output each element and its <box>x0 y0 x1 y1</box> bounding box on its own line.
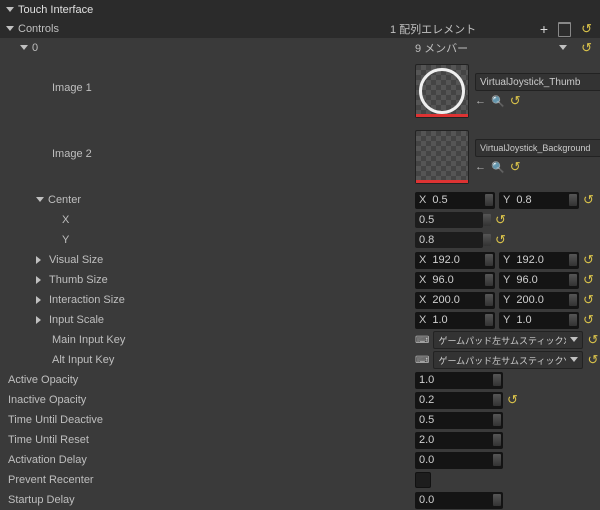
asset-name: VirtualJoystick_Background <box>480 143 590 153</box>
expand-icon[interactable] <box>6 7 14 16</box>
thumb-size-label: Thumb Size <box>49 274 108 286</box>
browse-icon[interactable]: 🔍 <box>491 95 505 108</box>
title-text: Touch Interface <box>18 4 93 16</box>
asset-dropdown[interactable]: VirtualJoystick_Background <box>475 139 600 157</box>
reset-icon[interactable]: ↺ <box>583 192 594 208</box>
chevron-down-icon <box>570 337 578 346</box>
active-opacity-input[interactable] <box>415 372 503 389</box>
visual-size-y[interactable]: Y <box>499 252 579 269</box>
image1-label: Image 1 <box>52 82 92 94</box>
prevent-recenter-label: Prevent Recenter <box>8 474 94 486</box>
reset-icon[interactable]: ↺ <box>510 93 521 109</box>
center-x-field[interactable] <box>415 212 483 228</box>
inactive-opacity-label: Inactive Opacity <box>8 394 86 406</box>
chevron-down-icon <box>570 357 578 366</box>
reset-icon[interactable]: ↺ <box>583 312 594 328</box>
clear-array-button[interactable] <box>558 22 571 37</box>
reset-icon[interactable]: ↺ <box>583 292 594 308</box>
expand-icon[interactable] <box>36 276 45 284</box>
reset-icon[interactable]: ↺ <box>583 252 594 268</box>
interaction-size-label: Interaction Size <box>49 294 125 306</box>
dropdown-value: ゲームパッド左サムスティックY軸 <box>438 354 566 367</box>
dropdown-value: ゲームパッド左サムスティックX軸 <box>438 334 566 347</box>
activation-delay-input[interactable] <box>415 452 503 469</box>
expand-icon[interactable] <box>20 45 28 54</box>
time-until-reset-input[interactable] <box>415 432 503 449</box>
array-index: 0 <box>32 42 38 54</box>
center-y-field[interactable] <box>415 232 483 248</box>
expand-icon[interactable] <box>36 197 44 206</box>
asset-dropdown[interactable]: VirtualJoystick_Thumb <box>475 73 600 91</box>
input-scale-y[interactable]: Y <box>499 312 579 329</box>
keyboard-icon[interactable]: ⌨ <box>415 355 429 366</box>
center-label: Center <box>48 194 81 206</box>
expand-icon[interactable] <box>6 26 14 35</box>
asset-thumbnail[interactable] <box>415 130 469 184</box>
time-until-deactive-input[interactable] <box>415 412 503 429</box>
time-until-deactive-label: Time Until Deactive <box>8 414 103 426</box>
reset-icon[interactable]: ↺ <box>581 40 592 56</box>
input-scale-x[interactable]: X <box>415 312 495 329</box>
activation-delay-label: Activation Delay <box>8 454 87 466</box>
input-scale-label: Input Scale <box>49 314 104 326</box>
use-selected-icon[interactable]: ← <box>475 161 486 173</box>
interaction-size-y[interactable]: Y <box>499 292 579 309</box>
main-input-key-label: Main Input Key <box>52 334 125 346</box>
asset-thumbnail[interactable] <box>415 64 469 118</box>
expand-icon[interactable] <box>36 256 45 264</box>
members-count: 9 メンバー <box>415 40 468 56</box>
reset-icon[interactable]: ↺ <box>587 332 598 348</box>
asset-name: VirtualJoystick_Thumb <box>480 77 580 88</box>
panel-title: Touch Interface <box>0 0 600 20</box>
dropdown-icon[interactable] <box>559 45 567 54</box>
prevent-recenter-checkbox[interactable] <box>415 472 431 488</box>
expand-icon[interactable] <box>36 296 45 304</box>
thumb-size-y[interactable]: Y <box>499 272 579 289</box>
startup-delay-input[interactable] <box>415 492 503 509</box>
inactive-opacity-input[interactable] <box>415 392 503 409</box>
interaction-size-x[interactable]: X <box>415 292 495 309</box>
array-count: 1 配列エレメント <box>390 21 476 37</box>
x-label: X <box>62 214 69 226</box>
center-x-input[interactable]: X <box>415 192 495 209</box>
use-selected-icon[interactable]: ← <box>475 95 486 107</box>
reset-icon[interactable]: ↺ <box>495 212 506 228</box>
reset-icon[interactable]: ↺ <box>507 392 518 408</box>
reset-icon[interactable]: ↺ <box>581 21 592 37</box>
startup-delay-label: Startup Delay <box>8 494 75 506</box>
reset-icon[interactable]: ↺ <box>510 159 521 175</box>
visual-size-x[interactable]: X <box>415 252 495 269</box>
controls-label: Controls <box>18 23 59 35</box>
reset-icon[interactable]: ↺ <box>587 352 598 368</box>
time-until-reset-label: Time Until Reset <box>8 434 89 446</box>
thumb-size-x[interactable]: X <box>415 272 495 289</box>
keyboard-icon[interactable]: ⌨ <box>415 335 429 346</box>
main-input-key-dropdown[interactable]: ゲームパッド左サムスティックX軸 <box>433 331 583 349</box>
add-element-button[interactable]: + <box>540 21 548 37</box>
browse-icon[interactable]: 🔍 <box>491 161 505 174</box>
image2-label: Image 2 <box>52 148 92 160</box>
expand-icon[interactable] <box>36 316 45 324</box>
y-label: Y <box>62 234 69 246</box>
center-y-input[interactable]: Y <box>499 192 579 209</box>
visual-size-label: Visual Size <box>49 254 103 266</box>
reset-icon[interactable]: ↺ <box>583 272 594 288</box>
alt-input-key-dropdown[interactable]: ゲームパッド左サムスティックY軸 <box>433 351 583 369</box>
active-opacity-label: Active Opacity <box>8 374 78 386</box>
reset-icon[interactable]: ↺ <box>495 232 506 248</box>
alt-input-key-label: Alt Input Key <box>52 354 114 366</box>
